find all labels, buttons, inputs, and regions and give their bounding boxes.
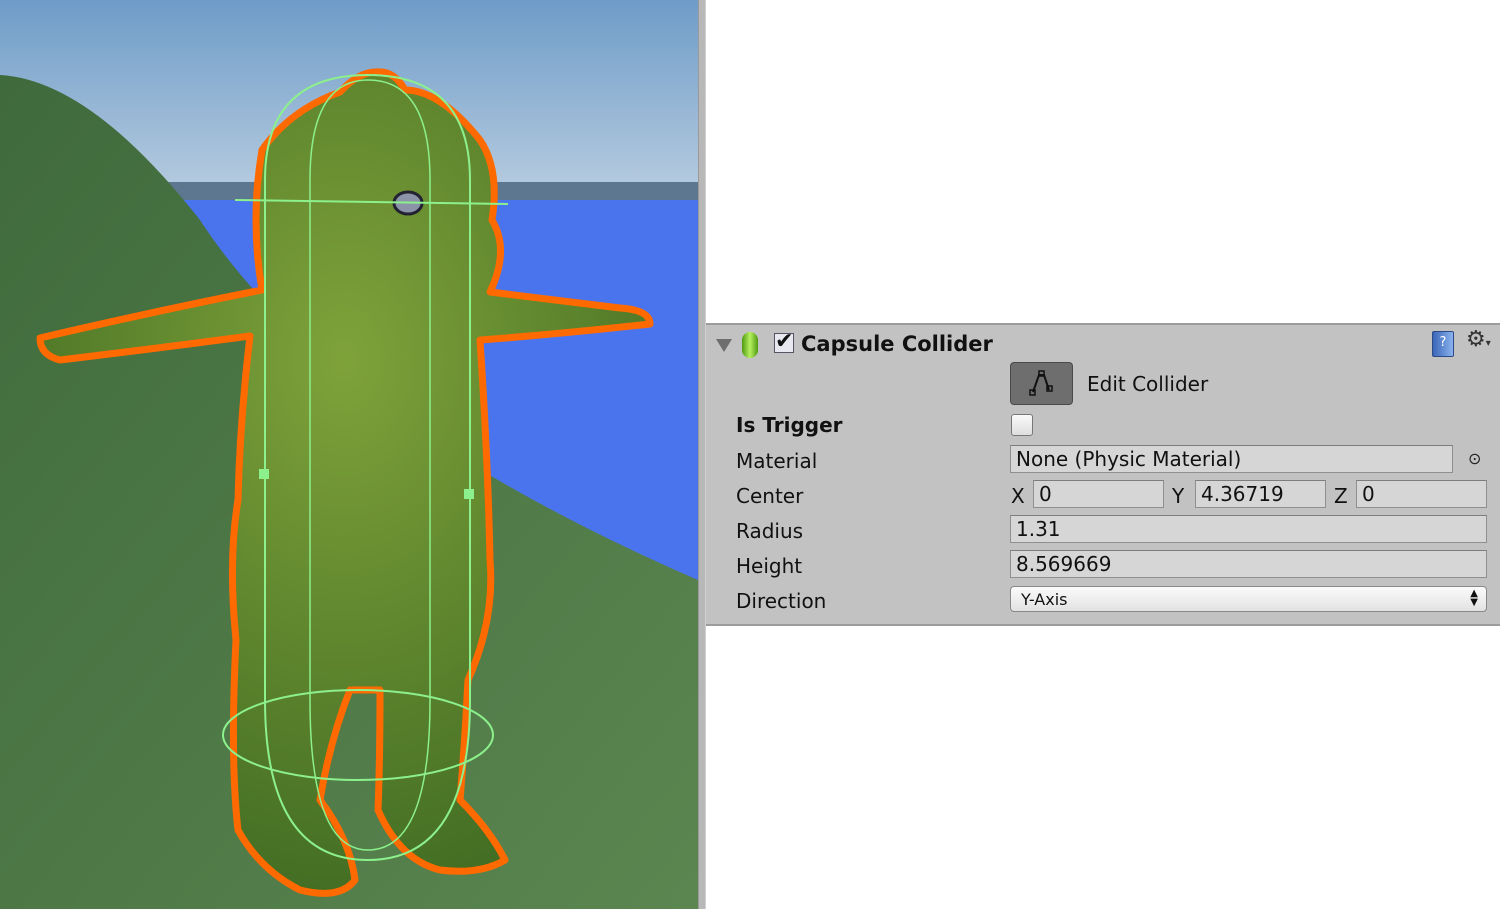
foldout-triangle-icon[interactable]	[716, 339, 732, 352]
material-label: Material	[736, 449, 818, 473]
radius-field[interactable]: 1.31	[1010, 515, 1487, 543]
edit-collider-label: Edit Collider	[1087, 372, 1209, 396]
radius-label: Radius	[736, 519, 804, 543]
material-field[interactable]: None (Physic Material)	[1010, 445, 1453, 473]
direction-dropdown[interactable]: Y-Axis ▲ ▼	[1010, 586, 1487, 612]
direction-label: Direction	[736, 589, 827, 613]
is-trigger-label: Is Trigger	[736, 413, 843, 437]
center-y-label: Y	[1172, 484, 1185, 508]
capsule-collider-icon	[742, 332, 758, 358]
component-title: Capsule Collider	[801, 332, 993, 356]
object-picker-icon[interactable]: ⊙	[1468, 449, 1481, 468]
center-z-label: Z	[1334, 484, 1348, 508]
height-field[interactable]: 8.569669	[1010, 550, 1487, 578]
dropdown-arrows-icon: ▲ ▼	[1470, 588, 1478, 608]
center-z-field[interactable]: 0	[1356, 480, 1487, 508]
center-x-field[interactable]: 0	[1033, 480, 1164, 508]
center-label: Center	[736, 484, 804, 508]
edit-collider-button[interactable]	[1010, 362, 1073, 405]
enabled-checkbox[interactable]: ✔	[774, 331, 794, 353]
help-book-icon[interactable]: ?	[1432, 331, 1454, 357]
height-label: Height	[736, 554, 803, 578]
center-y-field[interactable]: 4.36719	[1195, 480, 1326, 508]
panel-divider[interactable]	[698, 0, 706, 909]
edit-collider-icon	[1029, 370, 1053, 396]
is-trigger-checkbox[interactable]	[1011, 414, 1033, 436]
capsule-collider-component: ✔ Capsule Collider ? ⚙▾ Edit Collider Is…	[706, 323, 1500, 626]
gear-icon[interactable]: ⚙▾	[1466, 327, 1491, 352]
direction-value: Y-Axis	[1021, 590, 1068, 609]
scene-view[interactable]	[0, 0, 698, 909]
center-x-label: X	[1011, 484, 1025, 508]
